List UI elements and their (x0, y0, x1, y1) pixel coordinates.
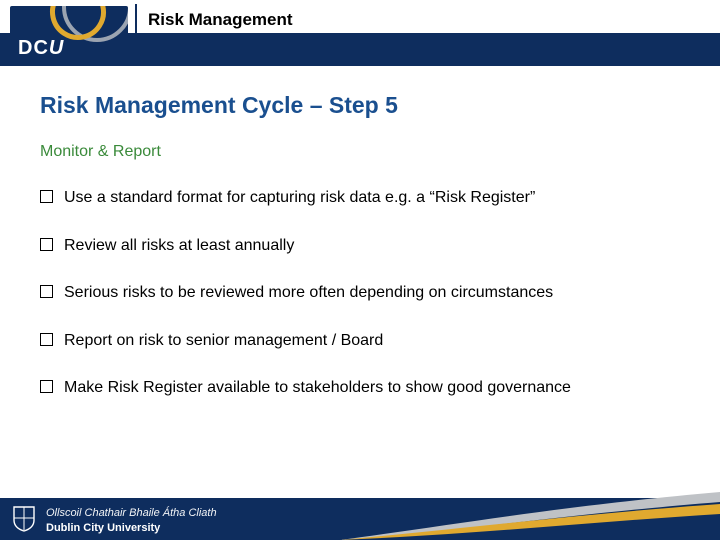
footer-crest-icon (10, 504, 38, 532)
bullet-list: Use a standard format for capturing risk… (40, 187, 680, 399)
footer-swoosh-icon (340, 486, 720, 540)
footer-university-name: Ollscoil Chathair Bhaile Átha Cliath Dub… (46, 506, 217, 535)
list-item: Review all risks at least annually (40, 235, 680, 257)
slide-content: Risk Management Cycle – Step 5 Monitor &… (40, 92, 680, 425)
list-item: Use a standard format for capturing risk… (40, 187, 680, 209)
header-divider (135, 4, 137, 62)
slide-subheading: Monitor & Report (40, 143, 680, 161)
header-bar: DCU Risk Management (0, 0, 720, 66)
logo-wordmark: DCU (18, 37, 64, 60)
list-item: Report on risk to senior management / Bo… (40, 330, 680, 352)
dcu-logo: DCU (10, 6, 128, 66)
slide-heading: Risk Management Cycle – Step 5 (40, 92, 680, 119)
header-title: Risk Management (148, 10, 293, 30)
list-item: Make Risk Register available to stakehol… (40, 377, 680, 399)
footer-bar: Ollscoil Chathair Bhaile Átha Cliath Dub… (0, 486, 720, 540)
footer-name-english: Dublin City University (46, 521, 217, 535)
footer-name-irish: Ollscoil Chathair Bhaile Átha Cliath (46, 506, 217, 520)
list-item: Serious risks to be reviewed more often … (40, 282, 680, 304)
